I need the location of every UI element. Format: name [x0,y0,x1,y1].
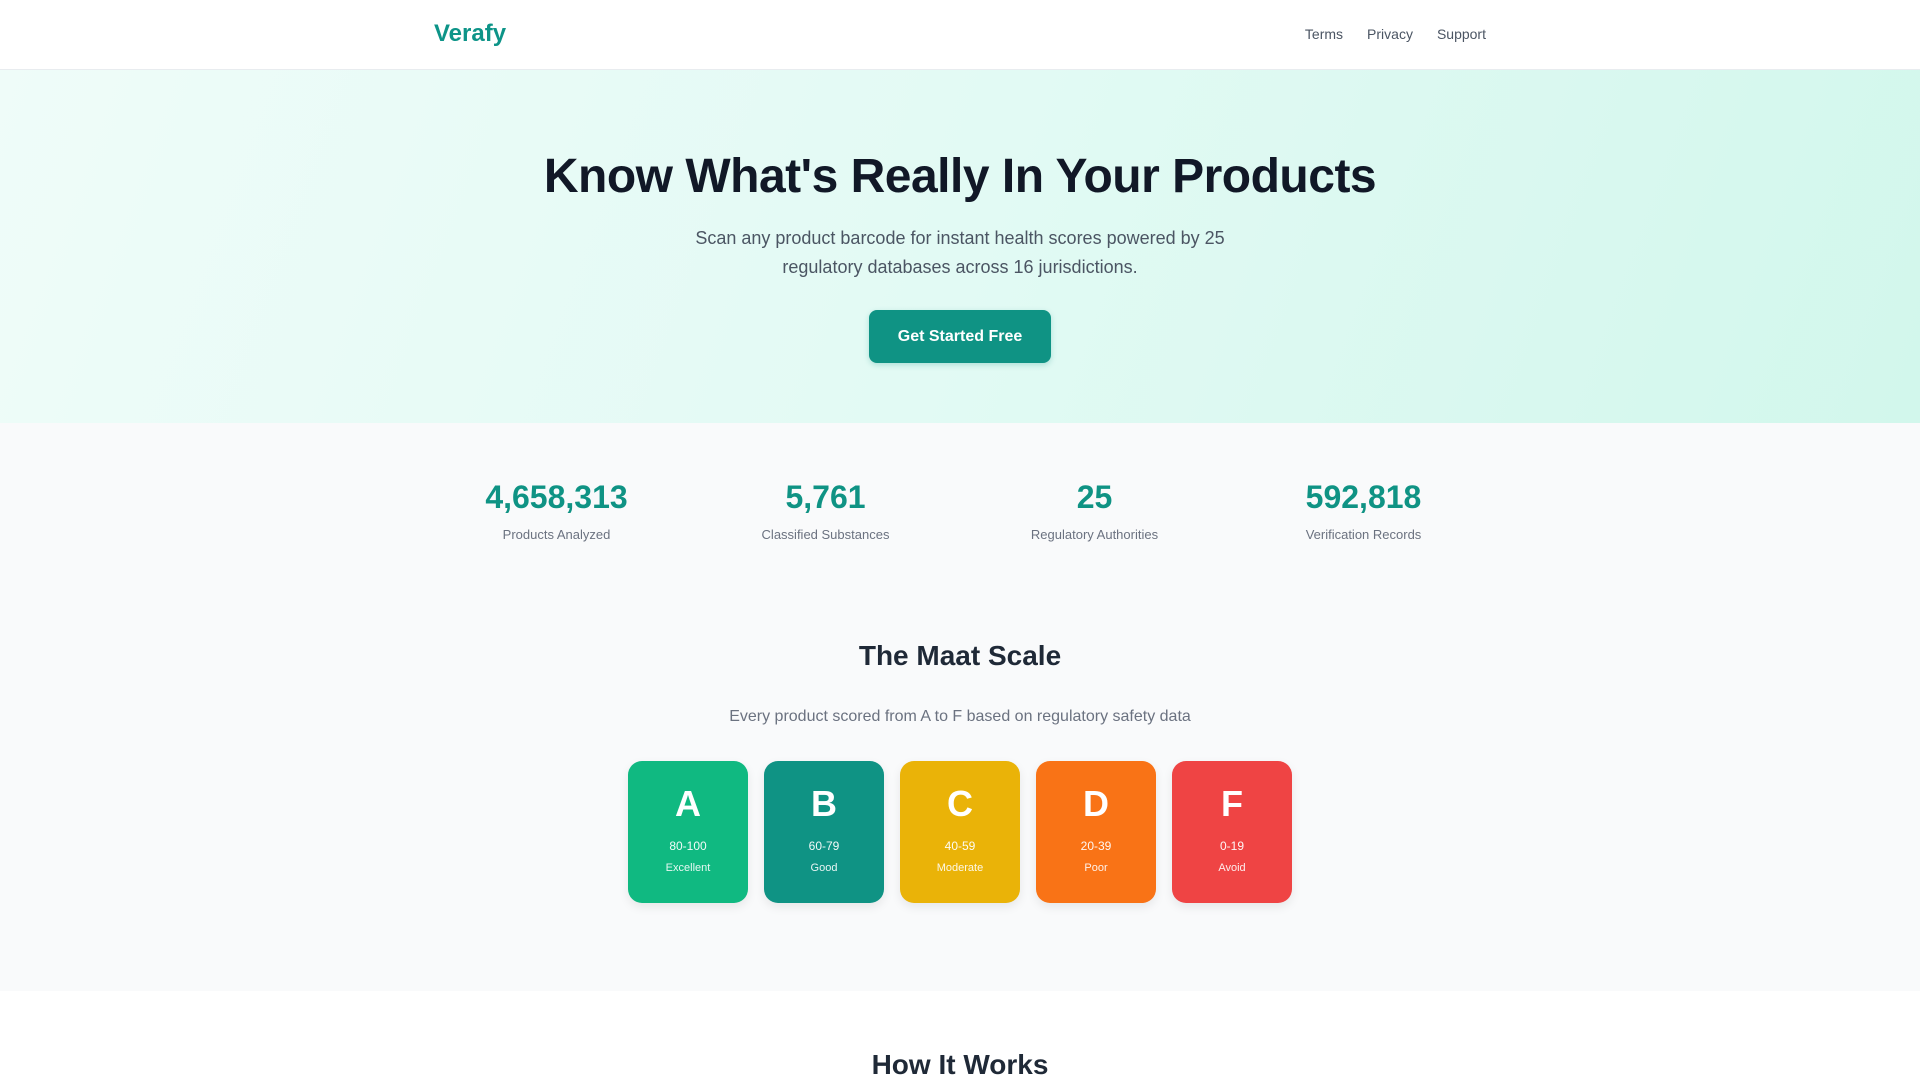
stat-value: 25 [1076,479,1113,515]
grade-letter: F [1221,783,1243,824]
hero-subtitle: Scan any product barcode for instant hea… [695,227,1225,277]
stat-products-analyzed: 4,658,313 Products Analyzed [422,477,691,542]
stat-value: 4,658,313 [485,479,628,515]
grade-range: 40-59 [944,839,976,853]
grade-card-a[interactable]: A 80-100 Excellent [628,761,748,903]
stat-value: 5,761 [785,479,866,515]
stat-regulatory-authorities: 25 Regulatory Authorities [960,477,1229,542]
grade-card-d[interactable]: D 20-39 Poor [1036,761,1156,903]
header-nav: Terms Privacy Support [1305,26,1486,42]
grade-range: 20-39 [1080,839,1112,853]
header-container: Verafy Terms Privacy Support [434,0,1486,69]
hero-section: Know What's Really In Your Products Scan… [0,70,1920,423]
brand-logo[interactable]: Verafy [434,20,506,48]
grade-card-c[interactable]: C 40-59 Moderate [900,761,1020,903]
grade-range: 60-79 [808,839,840,853]
grade-letter: D [1083,783,1109,824]
grade-card-b[interactable]: B 60-79 Good [764,761,884,903]
stat-classified-substances: 5,761 Classified Substances [691,477,960,542]
grade-letter: A [675,783,701,824]
grade-label: Moderate [936,862,984,874]
stat-value: 592,818 [1305,479,1422,515]
stats-row: 4,658,313 Products Analyzed 5,761 Classi… [422,477,1498,542]
how-it-works-title: How It Works [871,1049,1049,1080]
grade-label: Excellent [665,862,711,874]
grade-range: 80-100 [669,839,707,853]
grade-label: Poor [1084,862,1108,874]
grade-range: 0-19 [1219,839,1245,853]
stat-verification-records: 592,818 Verification Records [1229,477,1498,542]
hero-title: Know What's Really In Your Products [543,150,1377,203]
stat-label: Classified Substances [761,527,890,542]
get-started-button[interactable]: Get Started Free [869,309,1051,363]
grade-card-f[interactable]: F 0-19 Avoid [1172,761,1292,903]
maat-scale-title: The Maat Scale [858,640,1062,671]
maat-scale-subtitle: Every product scored from A to F based o… [729,708,1191,725]
nav-link-terms[interactable]: Terms [1305,26,1343,42]
grade-letter: C [947,783,973,824]
stats-and-scale-section: 4,658,313 Products Analyzed 5,761 Classi… [0,423,1920,991]
grade-label: Good [810,862,838,874]
stat-label: Regulatory Authorities [1030,527,1159,542]
stat-label: Products Analyzed [502,527,611,542]
grade-label: Avoid [1218,862,1246,874]
site-header: Verafy Terms Privacy Support [0,0,1920,70]
grade-letter: B [811,783,837,824]
grade-cards: A 80-100 Excellent B 60-79 Good C 40-59 … [0,761,1920,903]
how-it-works-section: How It Works [0,991,1920,1081]
nav-link-support[interactable]: Support [1437,26,1486,42]
nav-link-privacy[interactable]: Privacy [1367,26,1413,42]
stat-label: Verification Records [1305,527,1422,542]
